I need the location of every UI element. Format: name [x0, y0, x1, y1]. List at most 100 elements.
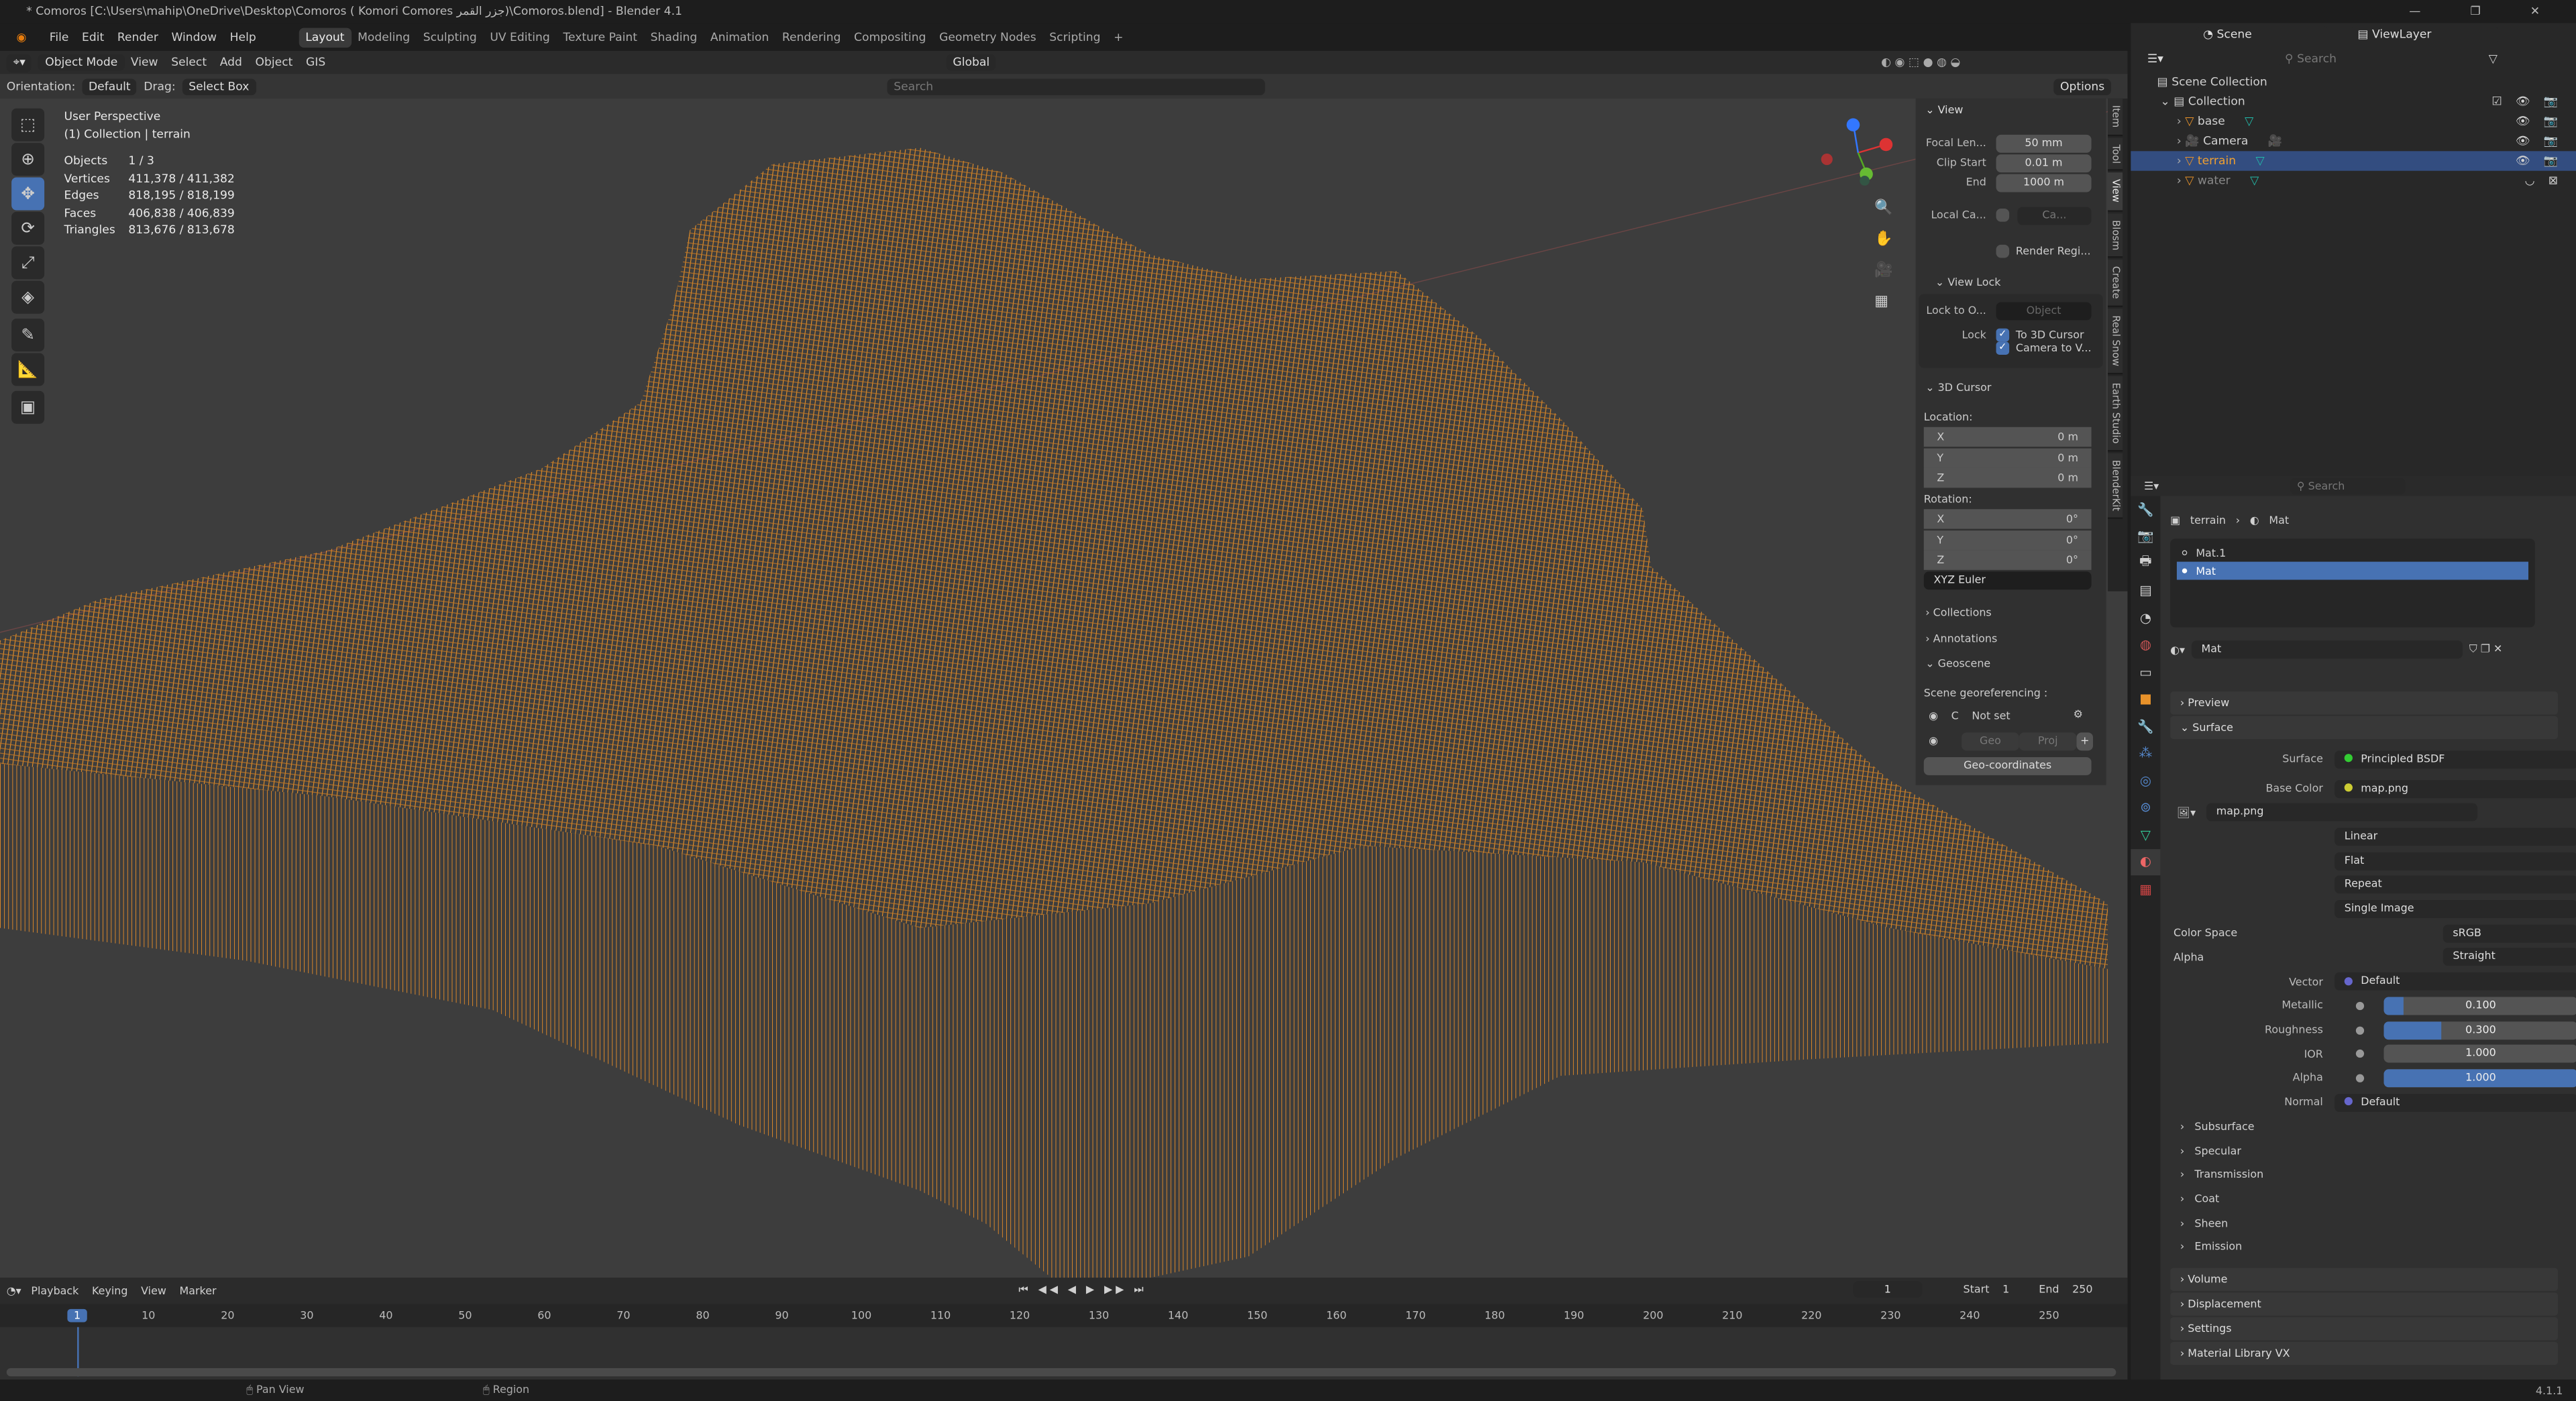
menu-file[interactable]: File — [43, 27, 75, 46]
timeline-scrollbar[interactable] — [6, 1368, 2116, 1377]
section-settings[interactable]: › Settings — [2170, 1316, 2559, 1340]
workspace-tab[interactable]: Animation — [704, 27, 775, 46]
view-layer-selector[interactable]: ▤ ViewLayer — [2351, 26, 2499, 43]
property-value[interactable]: Linear — [2334, 828, 2576, 846]
add-cube-icon[interactable]: ▣ — [11, 390, 45, 424]
tool-tab-icon[interactable]: 🔧 — [2131, 496, 2160, 523]
focal-length-field[interactable]: 50 mm — [1996, 133, 2092, 152]
geo-radio[interactable]: ◉ — [1929, 734, 1938, 748]
property-value[interactable]: Principled BSDF — [2334, 750, 2576, 769]
menu-edit[interactable]: Edit — [75, 27, 111, 46]
visibility-icons[interactable]: 👁 📷 — [2516, 135, 2563, 148]
output-tab-icon[interactable]: 🖶 — [2131, 550, 2160, 577]
material-browse-icon[interactable]: ◐▾ — [2170, 643, 2185, 657]
gear-icon[interactable]: ⚙ — [2074, 708, 2083, 722]
collection-visibility-icons[interactable]: ☑ 👁 📷 — [2491, 95, 2563, 109]
material-tab-icon[interactable]: ◐ — [2131, 848, 2161, 876]
sidebar-tab-tool[interactable]: Tool — [2108, 137, 2123, 172]
material-actions-icons[interactable]: ⛉ ❐ ✕ — [2469, 642, 2503, 657]
viewport-menu-view[interactable]: View — [131, 56, 158, 69]
property-dropdown[interactable]: sRGB — [2443, 924, 2576, 943]
material-slot-selected[interactable]: ⚫ Mat — [2176, 561, 2529, 580]
outliner-item-base[interactable]: › ▽ base ▽ 👁 📷 — [2131, 112, 2576, 131]
clip-end-field[interactable]: 1000 m — [1996, 173, 2092, 192]
breadcrumb-material[interactable]: Mat — [2269, 514, 2289, 528]
subpanel-subsurface[interactable]: › Subsurface — [2180, 1115, 2255, 1139]
rot-x-field[interactable]: X 0° — [1923, 509, 2092, 529]
image-name-field[interactable]: map.png — [2206, 803, 2478, 822]
filter-icon[interactable]: ▽ — [2489, 52, 2498, 66]
frame-ruler[interactable]: 1 10 20 30 40 50 60 70 80 90 100 110 120 130 140 150 160… — [0, 1304, 2128, 1327]
current-frame-field[interactable]: 1 — [1853, 1281, 1923, 1298]
scene-selector[interactable]: ◔ Scene — [2196, 26, 2328, 43]
outliner-item-camera[interactable]: › 🎥 Camera 🎥 👁 📷 — [2131, 131, 2576, 151]
add-icon[interactable]: + — [2076, 732, 2094, 750]
outliner-item-water[interactable]: › ▽ water ▽ ◡ ⊠ — [2131, 171, 2576, 190]
properties-editor-type[interactable]: ☰▾ — [2144, 480, 2159, 493]
transform-icon[interactable]: ◈ — [11, 280, 45, 314]
expand-chevron-icon[interactable]: › — [2177, 135, 2185, 148]
timeline-menu-playback[interactable]: Playback — [31, 1284, 78, 1298]
viewport-search-input[interactable]: Search — [887, 78, 1265, 95]
cursor-icon[interactable]: ⊕ — [11, 143, 45, 176]
transform-orientation-dropdown[interactable]: Global — [946, 54, 996, 71]
annotations-panel-header[interactable]: › Annotations — [1925, 632, 1997, 646]
sidebar-tab-blosm[interactable]: Blosm — [2108, 213, 2123, 258]
local-camera-checkbox[interactable] — [1996, 209, 2010, 222]
editor-type-button[interactable]: ⌖▾ — [6, 53, 32, 72]
outliner-display-mode[interactable]: ☰▾ — [2141, 50, 2170, 68]
outliner-search-input[interactable]: ⚲ Search — [2278, 50, 2414, 68]
expand-chevron-icon[interactable]: › — [2177, 115, 2185, 128]
property-value[interactable]: Default — [2334, 972, 2576, 991]
rotate-icon[interactable]: ⟳ — [11, 211, 45, 245]
texture-tab-icon[interactable]: ▦ — [2131, 875, 2160, 902]
timeline-menu-view[interactable]: View — [141, 1284, 166, 1298]
slider-alpha[interactable]: 1.000 — [2383, 1069, 2576, 1088]
visibility-icons[interactable]: ◡ ⊠ — [2525, 174, 2563, 188]
zoom-icon[interactable]: 🔍 — [1874, 194, 1892, 225]
object-tab-icon[interactable]: ■ — [2131, 685, 2160, 712]
property-value[interactable]: Single Image — [2334, 900, 2576, 919]
breadcrumb-object[interactable]: terrain — [2190, 514, 2226, 528]
drag-dropdown[interactable]: Select Box — [182, 78, 256, 95]
visibility-icons[interactable]: 👁 📷 — [2516, 115, 2563, 128]
preview-section-header[interactable]: › Preview — [2170, 691, 2559, 715]
lock-cursor-checkbox[interactable]: ✓ — [1996, 328, 2010, 342]
sidebar-tab-earth-studio[interactable]: Earth Studio — [2108, 376, 2123, 452]
workspace-tab[interactable]: Rendering — [775, 27, 847, 46]
viewport-menu-add[interactable]: Add — [220, 56, 242, 69]
expand-chevron-icon[interactable]: › — [2177, 174, 2185, 188]
playback-controls[interactable]: ⏮ ◀◀ ◀ ▶ ▶▶ ⏭ — [1018, 1283, 1146, 1298]
property-value[interactable]: Repeat — [2334, 876, 2576, 895]
material-slot[interactable]: ⚪ Mat.1 — [2177, 544, 2528, 562]
subpanel-specular[interactable]: › Specular — [2180, 1139, 2241, 1163]
measure-icon[interactable]: 📐 — [11, 353, 45, 386]
sidebar-tab-real-snow[interactable]: Real Snow — [2108, 309, 2123, 375]
property-dropdown[interactable]: Straight — [2443, 948, 2576, 967]
outliner-item-terrain[interactable]: › ▽ terrain ▽ 👁 📷 — [2131, 151, 2576, 171]
proj-button[interactable]: Proj — [2019, 732, 2077, 750]
viewport-menu-gis[interactable]: GIS — [306, 56, 325, 69]
constraints-tab-icon[interactable]: ⊚ — [2131, 794, 2160, 821]
workspace-tab[interactable]: Layout — [299, 27, 352, 47]
view-panel-header[interactable]: ⌄ View — [1916, 99, 2106, 121]
scene-tab-icon[interactable]: ◔ — [2131, 604, 2160, 631]
mode-dropdown[interactable]: Object Mode — [38, 54, 125, 71]
slider-metallic[interactable]: 0.100 — [2383, 997, 2576, 1015]
section-displacement[interactable]: › Displacement — [2170, 1292, 2559, 1315]
collection-tab-icon[interactable]: ▭ — [2131, 659, 2160, 685]
view-lock-header[interactable]: ⌄ View Lock — [1935, 276, 2001, 289]
timeline-menu-marker[interactable]: Marker — [180, 1284, 217, 1298]
workspace-tab[interactable]: + — [1107, 27, 1130, 46]
viewport-shading-icons[interactable]: ◐ ◉ ⬚ ● ◍ ◒ — [1881, 56, 1960, 69]
properties-search-input[interactable]: ⚲ Search — [2290, 478, 2406, 495]
workspace-tab[interactable]: Scripting — [1042, 27, 1107, 46]
surface-section-header[interactable]: ⌄ Surface — [2170, 716, 2559, 740]
viewport-menu-select[interactable]: Select — [171, 56, 207, 69]
slider-ior[interactable]: 1.000 — [2383, 1045, 2576, 1064]
workspace-tab[interactable]: Sculpting — [417, 27, 484, 46]
camera-view-icon[interactable]: 🎥 — [1874, 256, 1892, 288]
pan-hand-icon[interactable]: ✋ — [1874, 225, 1892, 257]
geoscene-panel-header[interactable]: ⌄ Geoscene — [1925, 657, 1990, 671]
workspace-tab[interactable]: Compositing — [847, 27, 932, 46]
